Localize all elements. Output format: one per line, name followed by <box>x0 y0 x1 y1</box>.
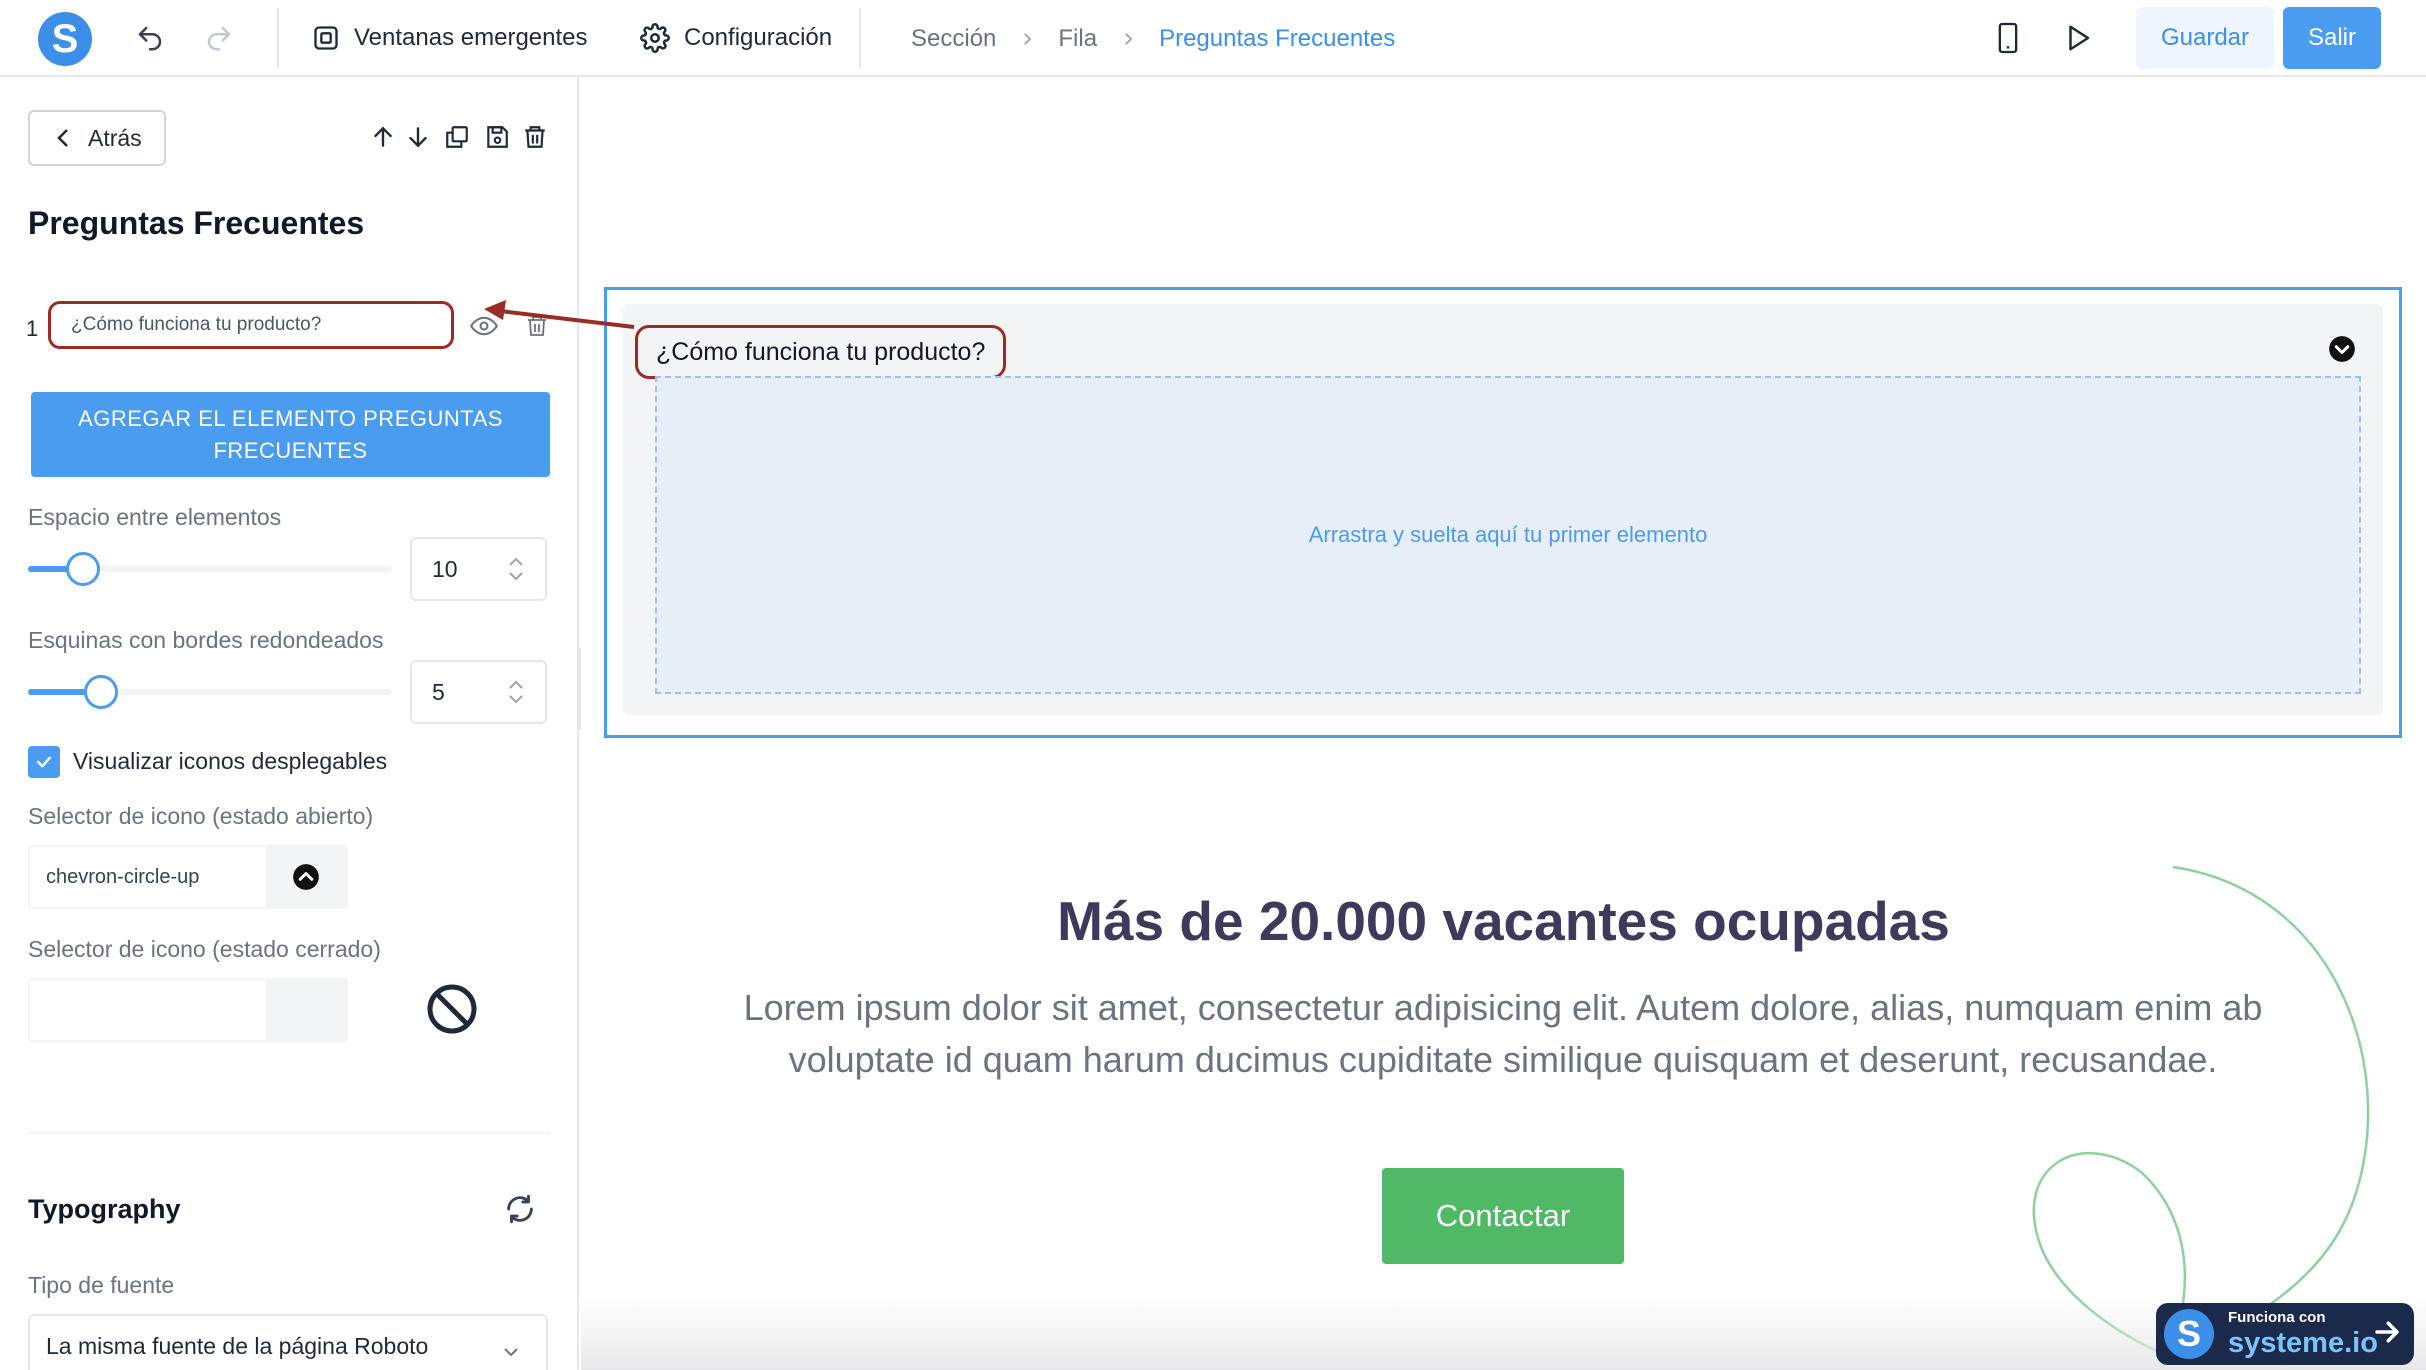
gear-icon <box>640 23 670 53</box>
hero-text: Lorem ipsum dolor sit amet, consectetur … <box>743 987 2263 1080</box>
eye-icon[interactable] <box>467 309 501 343</box>
radius-value: 5 <box>432 678 445 705</box>
trash-icon[interactable] <box>518 120 552 154</box>
panel-title: Preguntas Frecuentes <box>28 205 365 241</box>
redo-icon[interactable] <box>199 18 239 58</box>
systeme-logo[interactable]: S <box>38 12 92 66</box>
chevron-left-icon <box>57 129 68 147</box>
clear-icon-ban-icon[interactable] <box>425 982 479 1036</box>
checkmark-icon <box>36 756 52 768</box>
top-bar: S Ventanas emergentes Configuración Secc… <box>0 0 2426 77</box>
spacing-label: Espacio entre elementos <box>28 504 282 530</box>
powered-by-badge[interactable]: S Funciona con systeme.io <box>2156 1303 2414 1365</box>
toolbar-divider <box>277 8 279 68</box>
typography-title: Typography <box>28 1194 181 1224</box>
faq-question[interactable]: ¿Cómo funciona tu producto? <box>635 325 1007 379</box>
drop-zone-text: Arrastra y suelta aquí tu primer element… <box>1308 522 1708 547</box>
settings-sidebar: Atrás Preguntas Frecuentes 1 ¿Cómo funci… <box>0 77 579 1370</box>
icon-closed-value <box>30 980 266 1040</box>
spacing-slider-thumb[interactable] <box>66 552 100 586</box>
breadcrumb-row[interactable]: Fila <box>1058 25 1097 53</box>
popup-window-icon <box>314 26 338 50</box>
bottom-shadow <box>581 1297 2426 1370</box>
badge-small-text: Funciona con <box>2228 1309 2326 1326</box>
icon-closed-label: Selector de icono (estado cerrado) <box>28 936 381 962</box>
section-divider <box>28 1132 550 1134</box>
chevron-right-icon <box>1119 30 1137 48</box>
badge-brand-text: systeme.io <box>2228 1327 2378 1359</box>
popups-menu[interactable]: Ventanas emergentes <box>312 18 588 58</box>
settings-label: Configuración <box>684 24 833 51</box>
icon-closed-selector[interactable] <box>28 978 348 1042</box>
icon-open-preview[interactable] <box>266 847 346 907</box>
stepper-icon[interactable] <box>507 554 525 584</box>
spacing-value: 10 <box>432 555 458 582</box>
icon-open-selector[interactable]: chevron-circle-up <box>28 845 348 909</box>
move-up-icon[interactable] <box>366 120 400 154</box>
faq-drop-zone[interactable]: Arrastra y suelta aquí tu primer element… <box>655 376 2361 694</box>
move-down-icon[interactable] <box>401 120 435 154</box>
mobile-preview-icon[interactable] <box>1988 18 2028 58</box>
show-icons-label: Visualizar iconos desplegables <box>73 748 388 774</box>
badge-text: Funciona con systeme.io <box>2228 1310 2378 1358</box>
popups-label: Ventanas emergentes <box>354 24 588 51</box>
page-canvas: ¿Cómo funciona tu producto? Arrastra y s… <box>581 77 2426 1370</box>
icon-open-value: chevron-circle-up <box>46 865 200 888</box>
save-button[interactable]: Guardar <box>2136 7 2274 69</box>
radius-slider-thumb[interactable] <box>84 675 118 709</box>
exit-button[interactable]: Salir <box>2283 7 2381 69</box>
breadcrumb: Sección Fila Preguntas Frecuentes <box>911 18 1395 60</box>
icon-closed-preview[interactable] <box>266 980 346 1040</box>
chevron-down-icon <box>502 1338 520 1365</box>
toolbar-divider <box>859 8 861 68</box>
breadcrumb-faq[interactable]: Preguntas Frecuentes <box>1159 25 1395 53</box>
undo-icon[interactable] <box>130 18 170 58</box>
chevron-circle-up-icon <box>293 864 319 890</box>
play-preview-icon[interactable] <box>2058 18 2098 58</box>
faq-item-number: 1 <box>26 316 39 341</box>
font-type-label: Tipo de fuente <box>28 1272 175 1298</box>
delete-item-icon[interactable] <box>520 309 554 343</box>
duplicate-icon[interactable] <box>440 120 474 154</box>
faq-item-input[interactable]: ¿Cómo funciona tu producto? <box>48 301 454 349</box>
chevron-right-icon <box>1018 30 1036 48</box>
settings-menu[interactable]: Configuración <box>640 18 832 58</box>
radius-label: Esquinas con bordes redondeados <box>28 627 384 653</box>
radius-input[interactable]: 5 <box>410 660 547 724</box>
reset-refresh-icon[interactable] <box>503 1192 539 1228</box>
breadcrumb-section[interactable]: Sección <box>911 25 996 53</box>
font-type-value: La misma fuente de la página Roboto <box>46 1332 429 1359</box>
systeme-badge-logo: S <box>2164 1309 2214 1359</box>
back-button[interactable]: Atrás <box>28 110 166 166</box>
back-label: Atrás <box>88 124 142 151</box>
spacing-slider[interactable] <box>28 552 392 586</box>
save-element-icon[interactable] <box>480 120 514 154</box>
chevron-circle-down-icon[interactable] <box>2328 335 2356 363</box>
font-type-select[interactable]: La misma fuente de la página Roboto <box>28 1314 548 1370</box>
hero-title: Más de 20.000 vacantes ocupadas <box>1057 890 1950 952</box>
contact-button[interactable]: Contactar <box>1382 1168 1624 1264</box>
show-icons-checkbox[interactable] <box>28 746 60 778</box>
arrow-right-icon <box>2372 1317 2402 1352</box>
spacing-input[interactable]: 10 <box>410 537 547 601</box>
add-faq-item-button[interactable]: AGREGAR EL ELEMENTO PREGUNTAS FRECUENTES <box>31 392 550 477</box>
icon-open-label: Selector de icono (estado abierto) <box>28 803 374 829</box>
radius-slider[interactable] <box>28 675 392 709</box>
stepper-icon[interactable] <box>507 677 525 707</box>
